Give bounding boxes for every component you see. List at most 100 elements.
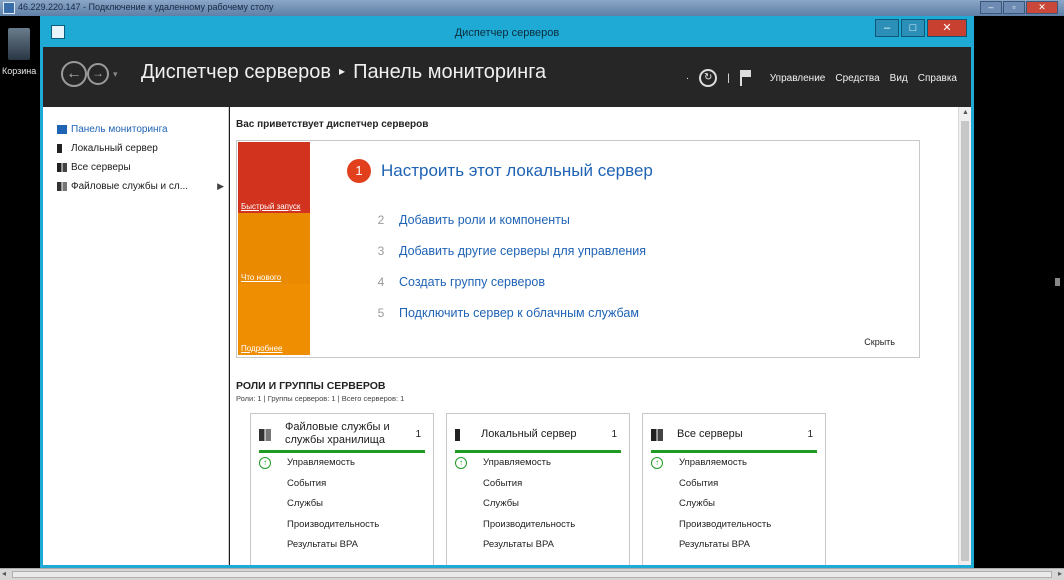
tile-quick-start[interactable]: Быстрый запуск [238, 142, 310, 213]
vertical-scrollbar[interactable]: ▲ [958, 107, 971, 565]
window-title: Диспетчер серверов [454, 27, 560, 39]
step-number: 4 [377, 275, 385, 289]
card-row-events[interactable]: События [251, 474, 433, 495]
menu-manage[interactable]: Управление [770, 73, 826, 84]
rdp-close-button[interactable]: ✕ [1026, 1, 1058, 14]
card-row-bpa[interactable]: Результаты BPA [643, 535, 825, 556]
card-row-label: Службы [483, 498, 519, 509]
card-row-label: Службы [287, 498, 323, 509]
sidebar-item-label: Локальный сервер [71, 143, 158, 154]
card-row-events[interactable]: События [447, 474, 629, 495]
rdp-minimize-button[interactable]: – [980, 1, 1002, 14]
step-number: 2 [377, 213, 385, 227]
card-row-label: Управляемость [679, 457, 747, 468]
step-number-badge: 1 [347, 159, 371, 183]
card-title[interactable]: Все серверы [677, 428, 797, 441]
chevron-right-icon[interactable]: ▶ [217, 178, 224, 195]
card-row-label: Управляемость [287, 457, 355, 468]
header-toolbar: · ↻ | Управление Средства Вид Справка [686, 69, 957, 87]
refresh-icon[interactable]: ↻ [699, 69, 718, 87]
role-card-local-server[interactable]: Локальный сервер 1 ↑ Управляемость Событи… [446, 413, 630, 565]
card-row-label: События [483, 477, 523, 489]
refresh-dropdown-icon[interactable]: · [686, 73, 689, 84]
toolbar-divider: | [727, 72, 730, 84]
tile-learn-more[interactable]: Подробнее [238, 284, 310, 355]
card-header[interactable]: Локальный сервер 1 [455, 419, 621, 453]
nav-history-dropdown-icon[interactable]: ▾ [113, 69, 118, 80]
sidebar-item-all-servers[interactable]: Все серверы [43, 159, 228, 176]
step-create-group[interactable]: 4 Создать группу серверов [373, 275, 545, 289]
card-row-performance[interactable]: Производительность [251, 515, 433, 536]
scrollbar-thumb[interactable] [961, 121, 969, 561]
roles-summary: Роли: 1 | Группы серверов: 1 | Всего сер… [236, 394, 405, 403]
file-services-icon [57, 182, 67, 191]
card-header[interactable]: Файловые службы и службы хранилища 1 [259, 419, 425, 453]
card-row-bpa[interactable]: Результаты BPA [447, 535, 629, 556]
card-header[interactable]: Все серверы 1 [651, 419, 817, 453]
step-connect-cloud[interactable]: 5 Подключить сервер к облачным службам [373, 306, 639, 320]
menu-view[interactable]: Вид [890, 73, 908, 84]
tile-whats-new[interactable]: Что нового [238, 213, 310, 284]
card-row-performance[interactable]: Производительность [643, 515, 825, 536]
card-row-services[interactable]: Службы [251, 494, 433, 515]
step-link[interactable]: Создать группу серверов [399, 275, 545, 289]
scrollbar-thumb[interactable] [12, 571, 1052, 578]
step-configure-local-server[interactable]: 1 Настроить этот локальный сервер [347, 159, 653, 183]
card-row-manageability[interactable]: ↑ Управляемость [251, 453, 433, 474]
sidebar-item-local-server[interactable]: Локальный сервер [43, 140, 228, 157]
role-card-file-services[interactable]: Файловые службы и службы хранилища 1 ↑ Уп… [250, 413, 434, 565]
minimize-button[interactable]: – [875, 19, 899, 37]
card-row-manageability[interactable]: ↑ Управляемость [643, 453, 825, 474]
card-row-performance[interactable]: Производительность [447, 515, 629, 536]
server-icon [455, 429, 460, 441]
status-ok-icon: ↑ [259, 457, 271, 469]
sidebar: Панель мониторинга Локальный сервер Все … [43, 107, 229, 565]
rdp-restore-button[interactable]: ▫ [1003, 1, 1025, 14]
card-row-label: Результаты BPA [679, 539, 750, 550]
file-services-icon [259, 429, 271, 441]
menu-help[interactable]: Справка [918, 73, 957, 84]
step-add-servers[interactable]: 3 Добавить другие серверы для управления [373, 244, 646, 258]
card-row-manageability[interactable]: ↑ Управляемость [447, 453, 629, 474]
window-controls: – □ ✕ [875, 19, 967, 37]
notifications-flag-icon[interactable] [739, 70, 752, 86]
back-arrow-icon[interactable]: ← [61, 61, 87, 87]
maximize-button[interactable]: □ [901, 19, 925, 37]
scroll-up-icon[interactable]: ▲ [962, 109, 969, 116]
card-row-label: Результаты BPA [287, 539, 358, 550]
rdp-horizontal-scrollbar[interactable]: ◂ ▸ [0, 568, 1064, 580]
dashboard-icon [57, 125, 67, 134]
close-button[interactable]: ✕ [927, 19, 967, 37]
welcome-panel: Быстрый запуск Что нового Подробнее 1 На… [236, 140, 920, 358]
sidebar-item-file-services[interactable]: Файловые службы и сл... ▶ [43, 178, 228, 195]
sidebar-item-dashboard[interactable]: Панель мониторинга [43, 121, 228, 138]
dashboard-content: Вас приветствует диспетчер серверов Быст… [230, 107, 958, 565]
hide-welcome-link[interactable]: Скрыть [864, 337, 895, 347]
sidebar-item-label: Файловые службы и сл... [71, 181, 189, 192]
step-add-roles[interactable]: 2 Добавить роли и компоненты [373, 213, 570, 227]
breadcrumb-app[interactable]: Диспетчер серверов [141, 61, 331, 83]
scroll-right-icon[interactable]: ▸ [1058, 569, 1062, 578]
status-ok-icon: ↑ [651, 457, 663, 469]
card-title[interactable]: Локальный сервер [481, 428, 601, 441]
card-count: 1 [611, 429, 617, 440]
step-link[interactable]: Подключить сервер к облачным службам [399, 306, 639, 320]
card-row-services[interactable]: Службы [643, 494, 825, 515]
step-link[interactable]: Добавить роли и компоненты [399, 213, 570, 227]
sidebar-item-label: Все серверы [71, 162, 131, 173]
card-row-events[interactable]: События [643, 474, 825, 495]
step-link[interactable]: Настроить этот локальный сервер [381, 161, 653, 181]
step-link[interactable]: Добавить другие серверы для управления [399, 244, 646, 258]
servers-icon [57, 163, 67, 172]
window-titlebar[interactable]: Диспетчер серверов – □ ✕ [43, 19, 971, 47]
card-row-label: События [287, 477, 327, 489]
menu-tools[interactable]: Средства [835, 73, 879, 84]
card-row-bpa[interactable]: Результаты BPA [251, 535, 433, 556]
card-title[interactable]: Файловые службы и службы хранилища [285, 421, 405, 447]
role-card-all-servers[interactable]: Все серверы 1 ↑ Управляемость События Слу… [642, 413, 826, 565]
card-count: 1 [415, 429, 421, 440]
forward-arrow-icon[interactable]: → [87, 63, 109, 85]
scroll-left-icon[interactable]: ◂ [2, 569, 6, 578]
recycle-bin-icon[interactable] [8, 28, 30, 60]
card-row-services[interactable]: Службы [447, 494, 629, 515]
